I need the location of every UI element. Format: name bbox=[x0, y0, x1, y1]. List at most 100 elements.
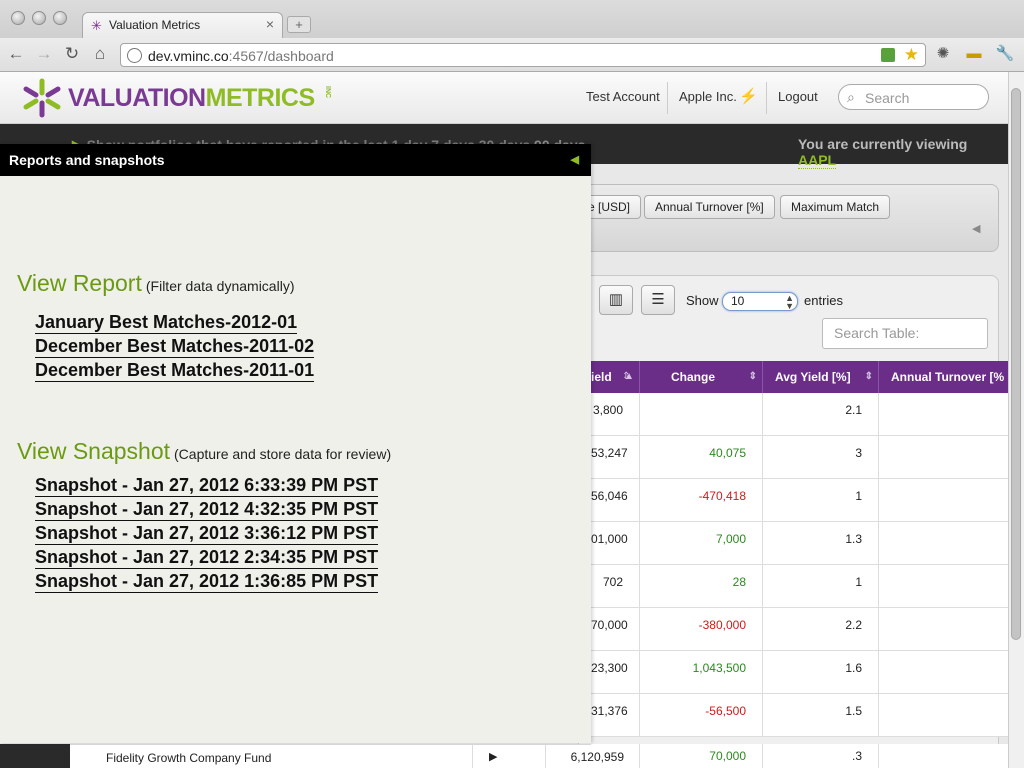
window-close-button[interactable] bbox=[11, 11, 25, 25]
column-header-yield[interactable]: ield ▲ bbox=[591, 361, 640, 393]
snapshot-link[interactable]: Snapshot - Jan 27, 2012 4:32:35 PM PST bbox=[35, 498, 379, 521]
lightning-icon[interactable]: ⚡ bbox=[739, 87, 758, 105]
table-row-fidelity-values: 70,000 .3 bbox=[591, 744, 1008, 768]
logo-wordmark[interactable]: VALUATIONMETRICS bbox=[68, 84, 315, 113]
column-pill-annual-turnover[interactable]: Annual Turnover [%] bbox=[644, 195, 775, 219]
sort-icon: ⇕ bbox=[864, 371, 873, 382]
table-row[interactable]: 702 28 1 bbox=[591, 565, 1008, 608]
collapse-panel-icon[interactable]: ◀ bbox=[571, 144, 579, 176]
report-link[interactable]: December Best Matches-2011-02 bbox=[35, 335, 315, 358]
nav-logout[interactable]: Logout bbox=[778, 89, 818, 104]
cell-change: -56,500 bbox=[640, 694, 763, 737]
table-row[interactable]: 01,000 7,000 1.3 bbox=[591, 522, 1008, 565]
view-snapshot-heading: View Snapshot (Capture and store data for… bbox=[17, 438, 392, 464]
wrench-menu-icon[interactable]: 🔧 bbox=[995, 44, 1015, 64]
sort-icon: ⇕ bbox=[748, 371, 757, 382]
logo-inc: INC bbox=[324, 86, 331, 99]
bookmark-star-icon[interactable]: ★ bbox=[904, 45, 919, 65]
cell-avg-yield: 2.2 bbox=[763, 608, 879, 651]
column-pill-maximum-match[interactable]: Maximum Match bbox=[780, 195, 891, 219]
report-link[interactable]: January Best Matches-2012-01 bbox=[35, 311, 298, 334]
browser-tab[interactable]: ✳ Valuation Metrics × bbox=[82, 12, 283, 39]
table-row[interactable]: 53,247 40,075 3 bbox=[591, 436, 1008, 479]
cell-change: 70,000 bbox=[640, 744, 763, 768]
column-header-annual-turnover[interactable]: Annual Turnover [% bbox=[879, 361, 1008, 393]
cell-avg-yield: .3 bbox=[763, 744, 879, 768]
collapse-arrow-icon[interactable]: ◀ bbox=[972, 222, 980, 235]
cell-change: -380,000 bbox=[640, 608, 763, 651]
cell-avg-yield: 1.6 bbox=[763, 651, 879, 694]
globe-icon bbox=[127, 48, 142, 63]
column-header-change[interactable]: Change ⇕ bbox=[640, 361, 763, 393]
browser-tab-strip: ✳ Valuation Metrics × + bbox=[0, 0, 1024, 39]
chart-view-icon[interactable]: ▥ bbox=[599, 285, 633, 315]
address-bar[interactable]: dev.vminc.co:4567/dashboard ★ bbox=[120, 43, 926, 67]
cell-yield: 702 bbox=[591, 565, 640, 608]
table-row[interactable]: 70,000 -380,000 2.2 bbox=[591, 608, 1008, 651]
ticker-link[interactable]: AAPL bbox=[798, 152, 837, 169]
snapshot-link[interactable]: Snapshot - Jan 27, 2012 6:33:39 PM PST bbox=[35, 474, 379, 497]
report-link[interactable]: December Best Matches-2011-01 bbox=[35, 359, 315, 382]
expand-arrow-icon[interactable]: ▶ bbox=[489, 750, 497, 763]
snapshot-link[interactable]: Snapshot - Jan 27, 2012 2:34:35 PM PST bbox=[35, 546, 379, 569]
reload-icon[interactable]: ↻ bbox=[62, 44, 82, 64]
cell-change: 1,043,500 bbox=[640, 651, 763, 694]
cell-yield: 01,000 bbox=[591, 522, 640, 565]
cell-annual-turnover bbox=[879, 651, 1008, 694]
panel-header: Reports and snapshots ◀ bbox=[0, 144, 591, 176]
home-icon[interactable]: ⌂ bbox=[90, 44, 110, 64]
show-label: Show bbox=[686, 293, 719, 308]
url-text: dev.vminc.co:4567/dashboard bbox=[148, 48, 334, 64]
fund-name[interactable]: Fidelity Growth Company Fund bbox=[106, 751, 271, 765]
cell-avg-yield: 3 bbox=[763, 436, 879, 479]
cell-annual-turnover bbox=[879, 608, 1008, 651]
cell-avg-yield: 1 bbox=[763, 479, 879, 522]
snapshot-link[interactable]: Snapshot - Jan 27, 2012 1:36:85 PM PST bbox=[35, 570, 379, 593]
cell-avg-yield: 2.1 bbox=[763, 393, 879, 436]
reports-snapshots-panel: Reports and snapshots ◀ View Report (Filte… bbox=[0, 144, 591, 743]
cell-avg-yield: 1 bbox=[763, 565, 879, 608]
nav-test-account[interactable]: Test Account bbox=[586, 89, 660, 104]
new-tab-button[interactable]: + bbox=[287, 16, 311, 33]
entries-label: entries bbox=[804, 293, 844, 308]
cell-annual-turnover bbox=[879, 393, 1008, 436]
window-zoom-button[interactable] bbox=[53, 11, 67, 25]
extension-card-icon[interactable]: ▬ bbox=[964, 44, 984, 64]
cell-annual-turnover bbox=[879, 479, 1008, 522]
column-divider bbox=[472, 744, 473, 768]
table-search-input[interactable]: Search Table: bbox=[822, 318, 988, 349]
rss-icon[interactable] bbox=[881, 48, 895, 62]
nav-divider bbox=[766, 82, 767, 114]
extension-gear-icon[interactable]: ✺ bbox=[933, 44, 953, 64]
table-row[interactable]: 56,046 -470,418 1 bbox=[591, 479, 1008, 522]
indent-list-icon[interactable]: ☰ bbox=[641, 285, 675, 315]
snapshot-link[interactable]: Snapshot - Jan 27, 2012 3:36:12 PM PST bbox=[35, 522, 379, 545]
table-header: ield ▲ Change ⇕ Avg Yield [%] ⇕ Annual Turn… bbox=[591, 361, 1008, 393]
table-row[interactable]: 3,800 2.1 bbox=[591, 393, 1008, 436]
entries-select[interactable]: 10 ▲ ▼ bbox=[722, 292, 798, 311]
page-content: VALUATIONMETRICS INC Test Account Apple … bbox=[0, 72, 1008, 768]
viewing-indicator: You are currently viewing AAPL bbox=[798, 136, 968, 169]
cell-annual-turnover bbox=[879, 436, 1008, 479]
nav-company[interactable]: Apple Inc. bbox=[679, 89, 737, 104]
window-minimize-button[interactable] bbox=[32, 11, 46, 25]
cell-yield: 53,247 bbox=[591, 436, 640, 479]
cell-change bbox=[640, 393, 763, 436]
table-row[interactable]: 31,376 -56,500 1.5 bbox=[591, 694, 1008, 737]
forward-icon[interactable]: → bbox=[34, 44, 54, 64]
tab-title: Valuation Metrics bbox=[109, 18, 201, 32]
back-icon[interactable]: ← bbox=[6, 44, 26, 64]
cell-change: 7,000 bbox=[640, 522, 763, 565]
panel-title: Reports and snapshots bbox=[9, 152, 165, 168]
tab-close-icon[interactable]: × bbox=[266, 16, 274, 32]
column-header-avg-yield[interactable]: Avg Yield [%] ⇕ bbox=[763, 361, 879, 393]
site-search-input[interactable]: ⌕ Search bbox=[838, 84, 989, 110]
footer-left-block bbox=[0, 744, 70, 768]
sort-icon[interactable]: ⇕ bbox=[622, 361, 630, 393]
view-report-heading: View Report (Filter data dynamically) bbox=[17, 270, 295, 296]
table-row[interactable]: 23,300 1,043,500 1.6 bbox=[591, 651, 1008, 694]
cell-annual-turnover bbox=[879, 565, 1008, 608]
scrollbar-thumb[interactable] bbox=[1011, 88, 1021, 640]
cell-yield: 56,046 bbox=[591, 479, 640, 522]
browser-toolbar: ← → ↻ ⌂ dev.vminc.co:4567/dashboard ★ ✺ … bbox=[0, 38, 1024, 72]
